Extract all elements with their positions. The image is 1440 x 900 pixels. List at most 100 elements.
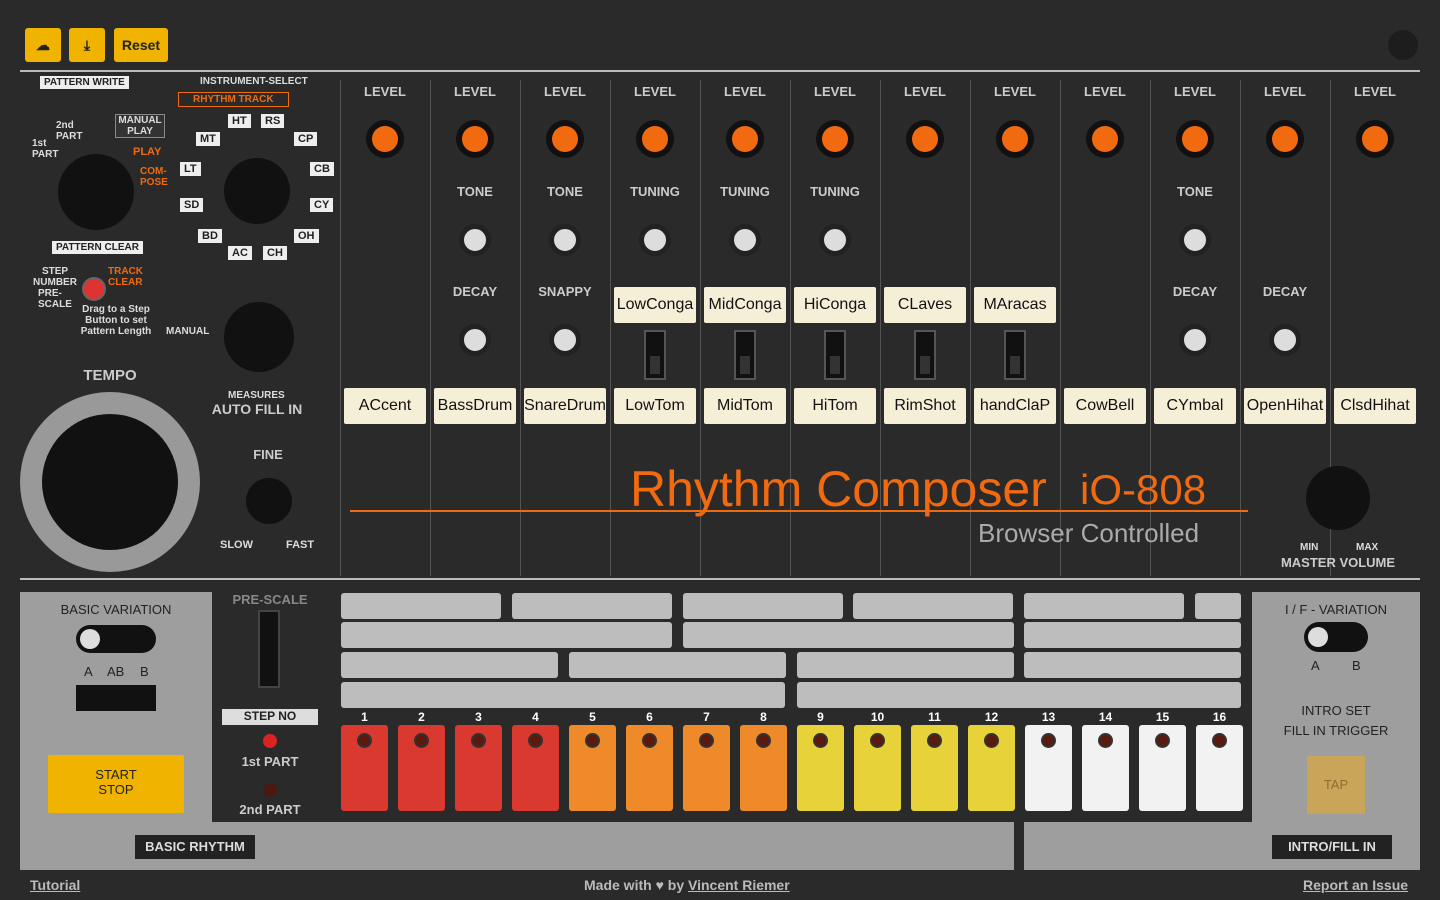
param2-knob[interactable] bbox=[729, 224, 761, 256]
step-button[interactable] bbox=[455, 725, 502, 811]
fine-tempo-knob[interactable] bbox=[246, 478, 292, 524]
level-knob[interactable] bbox=[462, 126, 488, 152]
step-button[interactable] bbox=[1139, 725, 1186, 811]
param3-knob[interactable] bbox=[459, 324, 491, 356]
step-button[interactable] bbox=[968, 725, 1015, 811]
instrument-switch[interactable] bbox=[734, 330, 756, 380]
param3-knob[interactable] bbox=[1179, 324, 1211, 356]
instrument-button[interactable]: SnareDrum bbox=[524, 388, 606, 424]
track-clear-button[interactable] bbox=[82, 277, 106, 301]
github-icon[interactable] bbox=[1388, 30, 1418, 60]
step-number: 9 bbox=[817, 710, 824, 724]
step-number: 5 bbox=[589, 710, 596, 724]
level-knob[interactable] bbox=[1002, 126, 1028, 152]
author-link[interactable]: Vincent Riemer bbox=[688, 877, 790, 893]
step-led bbox=[927, 733, 942, 748]
tap-button[interactable]: TAP bbox=[1307, 756, 1365, 814]
instrument-button[interactable]: RimShot bbox=[884, 388, 966, 424]
tempo-label: TEMPO bbox=[83, 367, 137, 384]
step-button[interactable] bbox=[854, 725, 901, 811]
auto-fill-knob[interactable] bbox=[224, 302, 294, 372]
note-bar bbox=[797, 682, 1241, 708]
level-knob[interactable] bbox=[732, 126, 758, 152]
level-knob[interactable] bbox=[1362, 126, 1388, 152]
level-knob[interactable] bbox=[552, 126, 578, 152]
param3-knob[interactable] bbox=[1269, 324, 1301, 356]
step-led bbox=[870, 733, 885, 748]
manual-play-label: MANUAL PLAY bbox=[115, 114, 165, 138]
download-button[interactable]: ⤓ bbox=[69, 28, 105, 62]
instrument-button[interactable]: CYmbal bbox=[1154, 388, 1236, 424]
step-button[interactable] bbox=[512, 725, 559, 811]
title-model: iO-808 bbox=[1080, 466, 1207, 513]
level-knob[interactable] bbox=[1272, 126, 1298, 152]
start-stop-button[interactable]: START STOP bbox=[48, 755, 184, 813]
param2-knob[interactable] bbox=[819, 224, 851, 256]
level-label: LEVEL bbox=[454, 84, 496, 99]
report-issue-link[interactable]: Report an Issue bbox=[1303, 877, 1408, 893]
param2-knob[interactable] bbox=[1179, 224, 1211, 256]
param2-knob[interactable] bbox=[549, 224, 581, 256]
instrument-switch[interactable] bbox=[644, 330, 666, 380]
upload-button[interactable]: ☁ bbox=[25, 28, 61, 62]
alt-instrument-button[interactable]: LowConga bbox=[614, 287, 696, 323]
level-knob[interactable] bbox=[1182, 126, 1208, 152]
instrument-button[interactable]: ACcent bbox=[344, 388, 426, 424]
mode-selector-knob[interactable] bbox=[58, 154, 134, 230]
step-button[interactable] bbox=[683, 725, 730, 811]
step-button[interactable] bbox=[398, 725, 445, 811]
tag-cy: CY bbox=[310, 198, 334, 212]
step-button[interactable] bbox=[1196, 725, 1243, 811]
param2-knob[interactable] bbox=[459, 224, 491, 256]
param3-knob[interactable] bbox=[549, 324, 581, 356]
step-led bbox=[1212, 733, 1227, 748]
tutorial-link[interactable]: Tutorial bbox=[30, 877, 80, 893]
instrument-button[interactable]: BassDrum bbox=[434, 388, 516, 424]
level-knob[interactable] bbox=[822, 126, 848, 152]
step-button[interactable] bbox=[911, 725, 958, 811]
instrument-button[interactable]: handClaP bbox=[974, 388, 1056, 424]
step-button[interactable] bbox=[341, 725, 388, 811]
param2-knob[interactable] bbox=[639, 224, 671, 256]
step-button[interactable] bbox=[1025, 725, 1072, 811]
instrument-switch[interactable] bbox=[824, 330, 846, 380]
instrument-selector-knob[interactable] bbox=[224, 158, 290, 224]
level-knob[interactable] bbox=[642, 126, 668, 152]
step-button[interactable] bbox=[626, 725, 673, 811]
instrument-button[interactable]: LowTom bbox=[614, 388, 696, 424]
basic-variation-toggle[interactable] bbox=[76, 625, 156, 653]
instrument-switch[interactable] bbox=[1004, 330, 1026, 380]
step-button[interactable] bbox=[797, 725, 844, 811]
alt-instrument-button[interactable]: HiConga bbox=[794, 287, 876, 323]
tempo-knob[interactable] bbox=[42, 414, 178, 550]
alt-instrument-button[interactable]: MAracas bbox=[974, 287, 1056, 323]
instrument-button[interactable]: ClsdHihat bbox=[1334, 388, 1416, 424]
step-button[interactable] bbox=[740, 725, 787, 811]
instrument-button[interactable]: CowBell bbox=[1064, 388, 1146, 424]
reset-button[interactable]: Reset bbox=[114, 28, 168, 62]
param2-label: TONE bbox=[457, 184, 493, 199]
step-number: 13 bbox=[1041, 710, 1056, 724]
instrument-button[interactable]: HiTom bbox=[794, 388, 876, 424]
alt-instrument-button[interactable]: CLaves bbox=[884, 287, 966, 323]
step-number: 10 bbox=[870, 710, 885, 724]
step-number-label: STEP NUMBER bbox=[33, 266, 77, 288]
manual-label: MANUAL bbox=[166, 326, 210, 337]
step-button[interactable] bbox=[1082, 725, 1129, 811]
level-knob[interactable] bbox=[372, 126, 398, 152]
drag-hint: Drag to a Step Button to set Pattern Len… bbox=[80, 304, 152, 337]
alt-instrument-button[interactable]: MidConga bbox=[704, 287, 786, 323]
step-no-label: STEP NO bbox=[222, 709, 318, 725]
instrument-switch[interactable] bbox=[914, 330, 936, 380]
level-knob[interactable] bbox=[912, 126, 938, 152]
instrument-button[interactable]: MidTom bbox=[704, 388, 786, 424]
tag-cb: CB bbox=[310, 162, 334, 176]
instrument-button[interactable]: OpenHihat bbox=[1244, 388, 1326, 424]
step-button[interactable] bbox=[569, 725, 616, 811]
if-variation-toggle[interactable] bbox=[1304, 622, 1368, 652]
level-knob[interactable] bbox=[1092, 126, 1118, 152]
prescale-switch[interactable] bbox=[258, 610, 280, 688]
master-volume-knob[interactable] bbox=[1306, 466, 1370, 530]
step-number: 11 bbox=[928, 710, 941, 724]
param3-label: DECAY bbox=[1262, 284, 1308, 299]
